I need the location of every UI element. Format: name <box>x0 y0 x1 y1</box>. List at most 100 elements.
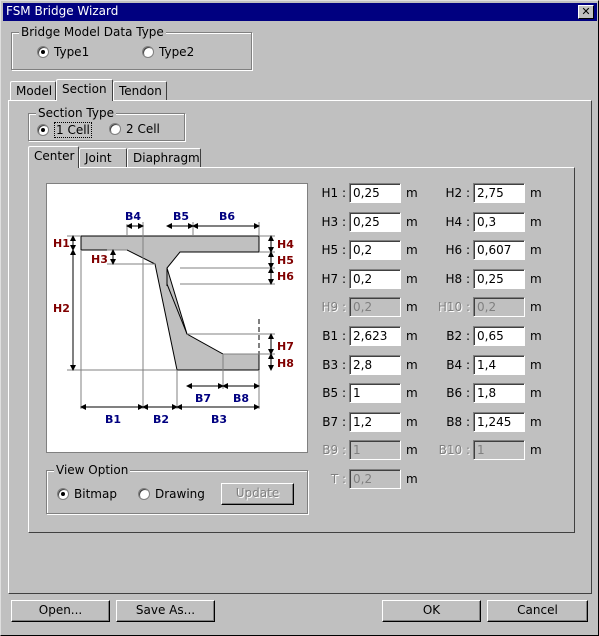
unit-h2: m <box>530 186 542 200</box>
section-diagram: H1 H2 H3 H4 H5 H6 H7 H8 B4 B5 B6 B1 B2 B… <box>46 183 308 453</box>
input-h2[interactable]: 2,75 <box>473 183 525 203</box>
unit-b2: m <box>530 329 542 343</box>
unit-b5: m <box>406 386 418 400</box>
input-b8[interactable]: 1,245 <box>473 412 525 432</box>
tab-tendon-label: Tendon <box>119 84 162 98</box>
input-b4[interactable]: 1,4 <box>473 355 525 375</box>
radio-1cell[interactable]: 1 Cell <box>37 122 92 138</box>
save-as-button[interactable]: Save As... <box>116 600 215 622</box>
radio-2cell-indicator[interactable] <box>109 123 121 135</box>
unit-h3: m <box>406 215 418 229</box>
input-h9[interactable]: 0,2 <box>349 297 401 317</box>
input-b10[interactable]: 1 <box>473 440 525 460</box>
unit-b3: m <box>406 358 418 372</box>
input-b7[interactable]: 1,2 <box>349 412 401 432</box>
input-h8[interactable]: 0,25 <box>473 269 525 289</box>
radio-type2[interactable]: Type2 <box>142 45 194 59</box>
label-h5: H5 : <box>321 243 346 257</box>
input-h6[interactable]: 0,607 <box>473 240 525 260</box>
section-diagram-svg: H1 H2 H3 H4 H5 H6 H7 H8 B4 B5 B6 B1 B2 B… <box>53 210 294 426</box>
label-h1: H1 : <box>321 186 346 200</box>
label-h7: H7 : <box>321 272 346 286</box>
tab-model[interactable]: Model <box>10 81 56 101</box>
label-h2: H2 : <box>445 186 470 200</box>
input-b6[interactable]: 1,8 <box>473 383 525 403</box>
radio-2cell[interactable]: 2 Cell <box>109 122 160 136</box>
section-type-group-label: Section Type <box>36 106 116 120</box>
input-h3[interactable]: 0,25 <box>349 212 401 232</box>
label-b4: B4 <box>125 210 141 223</box>
radio-bitmap-indicator[interactable] <box>57 488 69 500</box>
input-h4[interactable]: 0,3 <box>473 212 525 232</box>
radio-type1[interactable]: Type1 <box>37 45 89 59</box>
unit-h7: m <box>406 272 418 286</box>
input-b5[interactable]: 1 <box>349 383 401 403</box>
tab-center-label: Center <box>34 149 75 163</box>
label-b1: B1 : <box>322 329 346 343</box>
tab-section-label: Section <box>62 82 107 96</box>
title-bar[interactable]: FSM Bridge Wizard ✕ <box>3 3 597 21</box>
cancel-button[interactable]: Cancel <box>487 600 588 622</box>
update-button[interactable]: Update <box>221 483 294 505</box>
input-t[interactable]: 0,2 <box>349 469 401 489</box>
radio-type2-indicator[interactable] <box>142 46 154 58</box>
unit-h5: m <box>406 243 418 257</box>
label-b9: B9 : <box>322 443 346 457</box>
label-h1: H1 <box>53 237 70 250</box>
radio-bitmap[interactable]: Bitmap <box>57 487 117 501</box>
label-b8: B8 <box>233 392 249 405</box>
label-b7: B7 <box>195 392 211 405</box>
ok-button[interactable]: OK <box>382 600 481 622</box>
tab-diaphragm-label: Diaphragm <box>133 151 200 165</box>
open-button[interactable]: Open... <box>11 600 110 622</box>
unit-b6: m <box>530 386 542 400</box>
label-h3: H3 : <box>321 215 346 229</box>
label-b4: B4 : <box>446 358 470 372</box>
tab-diaphragm[interactable]: Diaphragm <box>127 148 201 168</box>
wizard-window: FSM Bridge Wizard ✕ Bridge Model Data Ty… <box>0 0 599 636</box>
radio-type2-label: Type2 <box>159 45 195 59</box>
label-b3: B3 : <box>322 358 346 372</box>
tab-center[interactable]: Center <box>28 146 79 168</box>
tab-model-label: Model <box>16 84 53 98</box>
input-h10[interactable]: 0,2 <box>473 297 525 317</box>
radio-drawing-label: Drawing <box>155 487 205 501</box>
input-h1[interactable]: 0,25 <box>349 183 401 203</box>
label-h5: H5 <box>277 254 294 267</box>
unit-b4: m <box>530 358 542 372</box>
radio-2cell-label: 2 Cell <box>126 122 160 136</box>
radio-drawing[interactable]: Drawing <box>138 487 205 501</box>
unit-b1: m <box>406 329 418 343</box>
label-h10: H10 : <box>437 300 470 314</box>
label-h4: H4 : <box>445 215 470 229</box>
window-title: FSM Bridge Wizard <box>6 4 119 18</box>
tab-joint[interactable]: Joint <box>79 148 127 168</box>
label-h8: H8 : <box>445 272 470 286</box>
label-b8: B8 : <box>446 415 470 429</box>
close-button[interactable]: ✕ <box>578 5 594 19</box>
unit-b9: m <box>406 443 418 457</box>
label-h6: H6 : <box>445 243 470 257</box>
input-h7[interactable]: 0,2 <box>349 269 401 289</box>
radio-1cell-indicator[interactable] <box>37 124 49 136</box>
input-h5[interactable]: 0,2 <box>349 240 401 260</box>
label-b2: B2 <box>153 413 169 426</box>
input-b9[interactable]: 1 <box>349 440 401 460</box>
radio-type1-indicator[interactable] <box>37 46 49 58</box>
unit-h9: m <box>406 300 418 314</box>
model-type-group-label: Bridge Model Data Type <box>19 25 166 39</box>
input-b1[interactable]: 2,623 <box>349 326 401 346</box>
tab-section[interactable]: Section <box>56 79 113 101</box>
input-b2[interactable]: 0,65 <box>473 326 525 346</box>
label-h9: H9 : <box>321 300 346 314</box>
close-icon: ✕ <box>581 5 591 18</box>
label-h2: H2 <box>53 302 70 315</box>
label-b10: B10 : <box>438 443 470 457</box>
unit-h4: m <box>530 215 542 229</box>
input-b3[interactable]: 2,8 <box>349 355 401 375</box>
label-t: T : <box>330 472 346 486</box>
label-h8: H8 <box>277 357 294 370</box>
radio-drawing-indicator[interactable] <box>138 488 150 500</box>
radio-bitmap-label: Bitmap <box>74 487 117 501</box>
tab-tendon[interactable]: Tendon <box>113 81 167 101</box>
